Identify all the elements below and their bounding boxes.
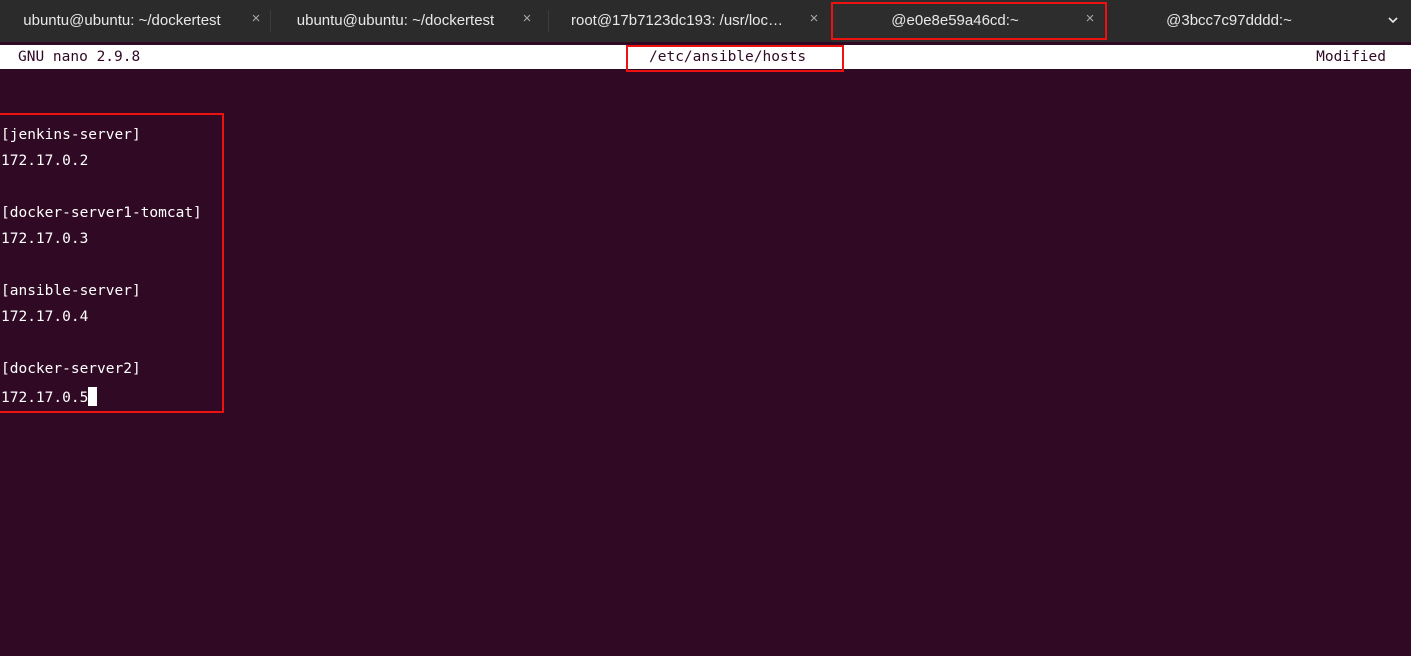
tab-label: ubuntu@ubuntu: ~/dockertest [296, 12, 495, 29]
filename-highlight [626, 45, 844, 72]
nano-version: GNU nano 2.9.8 [18, 49, 141, 65]
hosts-content-highlight [0, 113, 224, 413]
close-icon[interactable]: × [248, 11, 264, 27]
tab-overflow-chevron-icon[interactable] [1383, 10, 1403, 30]
tab-label: ubuntu@ubuntu: ~/dockertest [23, 12, 221, 29]
nano-modified-status: Modified [1316, 49, 1386, 65]
close-icon[interactable]: × [519, 11, 535, 27]
tab-ubuntu-dockertest-2[interactable]: ubuntu@ubuntu: ~/dockertest × [276, 0, 541, 42]
terminal-tab-bar: ubuntu@ubuntu: ~/dockertest × ubuntu@ubu… [0, 0, 1411, 42]
tab-label: root@17b7123dc193: /usr/loc… [570, 12, 784, 29]
close-icon[interactable]: × [806, 11, 822, 27]
tab-3bcc7c97dddd[interactable]: @3bcc7c97dddd:~ [1106, 0, 1378, 42]
tab-root-container[interactable]: root@17b7123dc193: /usr/loc… × [552, 0, 828, 42]
tab-label: @3bcc7c97dddd:~ [1166, 12, 1292, 29]
tab-ubuntu-dockertest-1[interactable]: ubuntu@ubuntu: ~/dockertest × [0, 0, 270, 42]
active-tab-highlight [831, 2, 1107, 40]
